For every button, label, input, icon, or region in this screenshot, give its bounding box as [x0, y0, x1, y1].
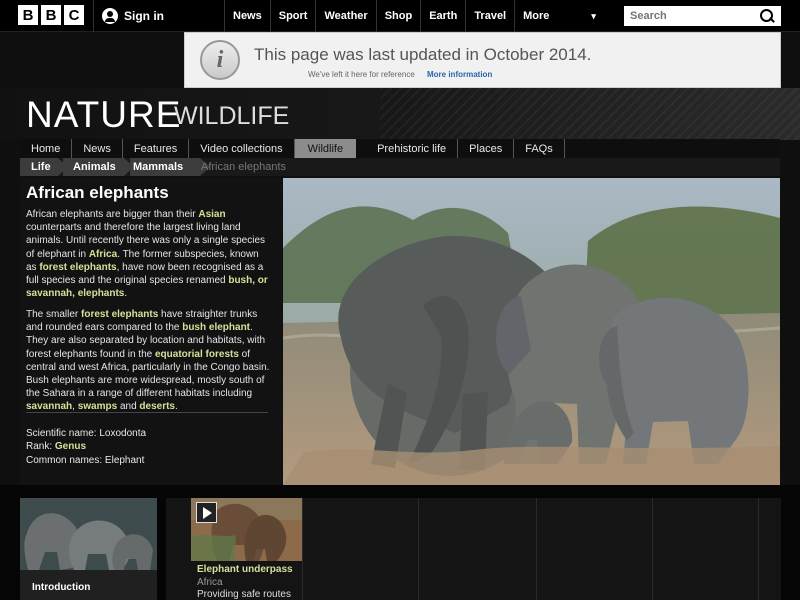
sign-in-button[interactable]: Sign in — [94, 0, 164, 32]
forest-elephants-link-2[interactable]: forest elephants — [81, 309, 158, 320]
section-divider — [758, 498, 759, 600]
african-elephants-photo — [283, 178, 780, 485]
section-tabs: Home News Features Video collections Wil… — [20, 139, 780, 158]
tab-wildlife[interactable]: Wildlife — [294, 139, 357, 158]
chevron-down-icon: ▾ — [591, 10, 596, 21]
archive-notice: i This page was last updated in October … — [184, 32, 781, 88]
introduction-card[interactable]: Introduction — [20, 498, 157, 600]
article-paragraph-2: The smaller forest elephants have straig… — [26, 308, 272, 414]
elephant-thumbnail-image — [20, 498, 157, 570]
page-title: African elephants — [26, 183, 169, 202]
section-divider — [302, 498, 303, 600]
more-information-link[interactable]: More information — [427, 70, 492, 79]
fact-label: Common names: — [26, 454, 105, 466]
equatorial-forests-link[interactable]: equatorial forests — [155, 349, 239, 360]
nature-title: NATURE — [26, 94, 182, 135]
introduction-label: Introduction — [32, 582, 91, 593]
tab-news[interactable]: News — [72, 139, 123, 158]
breadcrumb-animals[interactable]: Animals — [73, 158, 116, 176]
fact-divider — [26, 412, 268, 413]
breadcrumb-mammals[interactable]: Mammals — [133, 158, 183, 176]
info-icon: i — [200, 40, 240, 80]
logo-letter-b: B — [41, 5, 61, 25]
global-navigation: News Sport Weather Shop Earth Travel Mor… — [224, 0, 604, 32]
logo-letter-c: C — [64, 5, 84, 25]
scientific-name-row: Scientific name: Loxodonta — [26, 427, 146, 440]
user-icon — [102, 8, 118, 24]
paragraph-text: and — [117, 401, 140, 413]
clip-location: Africa — [197, 577, 223, 588]
nav-weather[interactable]: Weather — [315, 0, 375, 32]
nav-travel[interactable]: Travel — [465, 0, 514, 32]
search-input[interactable] — [630, 10, 758, 22]
swamps-link[interactable]: swamps — [78, 401, 117, 412]
clip-title[interactable]: Elephant underpass — [197, 564, 293, 575]
wildlife-title: WILDLIFE — [174, 102, 290, 130]
tab-home[interactable]: Home — [20, 139, 73, 158]
rank-row: Rank: Genus — [26, 440, 146, 453]
breadcrumb: Life Animals Mammals African elephants — [20, 158, 780, 176]
breadcrumb-life[interactable]: Life — [31, 158, 51, 176]
deserts-link[interactable]: deserts — [139, 401, 175, 412]
genus-link[interactable]: Genus — [55, 441, 86, 452]
video-card[interactable]: Elephant underpass Africa Providing safe… — [166, 498, 781, 600]
bush-elephant-link[interactable]: bush elephant — [182, 322, 250, 333]
clip-description: Providing safe routes — [197, 589, 291, 600]
savannah-link[interactable]: savannah — [26, 401, 72, 412]
tab-prehistoric-life[interactable]: Prehistoric life — [366, 139, 459, 158]
common-names-row: Common names: Elephant — [26, 454, 146, 467]
nav-shop[interactable]: Shop — [375, 0, 421, 32]
paragraph-text: . — [124, 288, 128, 300]
scientific-name-value: Loxodonta — [99, 428, 147, 439]
nav-earth[interactable]: Earth — [420, 0, 465, 32]
elephant-family-illustration — [283, 178, 780, 485]
section-divider — [536, 498, 537, 600]
breadcrumb-current: African elephants — [201, 161, 286, 173]
fact-label: Rank: — [26, 441, 55, 453]
paragraph-text: African elephants are bigger than their — [26, 209, 199, 220]
article-panel: African elephants African elephants are … — [20, 178, 282, 485]
bbc-top-bar: B B C Sign in News Sport Weather Shop Ea… — [0, 0, 800, 32]
search-box — [624, 6, 781, 26]
introduction-thumbnail[interactable] — [20, 498, 157, 570]
africa-link[interactable]: Africa — [89, 249, 117, 260]
tab-places[interactable]: Places — [458, 139, 515, 158]
nav-news[interactable]: News — [224, 0, 270, 32]
tab-faqs[interactable]: FAQs — [514, 139, 565, 158]
nature-wildlife-banner: NATURE WILDLIFE — [0, 88, 800, 140]
sign-in-label: Sign in — [124, 9, 164, 23]
forest-elephants-link[interactable]: forest elephants — [39, 262, 116, 273]
tab-features[interactable]: Features — [123, 139, 190, 158]
asian-link[interactable]: Asian — [198, 209, 225, 220]
article-paragraph-1: African elephants are bigger than their … — [26, 208, 272, 300]
section-divider — [652, 498, 653, 600]
search-icon[interactable] — [758, 7, 776, 25]
paragraph-text: . — [175, 401, 178, 413]
notice-title: This page was last updated in October 20… — [254, 45, 592, 64]
common-name-value: Elephant — [104, 454, 145, 466]
tab-video-collections[interactable]: Video collections — [189, 139, 295, 158]
section-divider — [418, 498, 419, 600]
species-facts: Scientific name: Loxodonta Rank: Genus C… — [26, 427, 146, 467]
nav-sport[interactable]: Sport — [269, 0, 316, 32]
logo-letter-b: B — [18, 5, 38, 25]
nav-more[interactable]: More ▾ — [514, 0, 604, 32]
fact-label: Scientific name: — [26, 428, 100, 439]
play-icon[interactable] — [196, 502, 217, 523]
paragraph-text: The smaller — [26, 309, 82, 320]
bbc-logo[interactable]: B B C — [18, 5, 84, 25]
more-label: More — [523, 10, 550, 22]
notice-subtitle: We've left it here for reference — [308, 70, 415, 79]
